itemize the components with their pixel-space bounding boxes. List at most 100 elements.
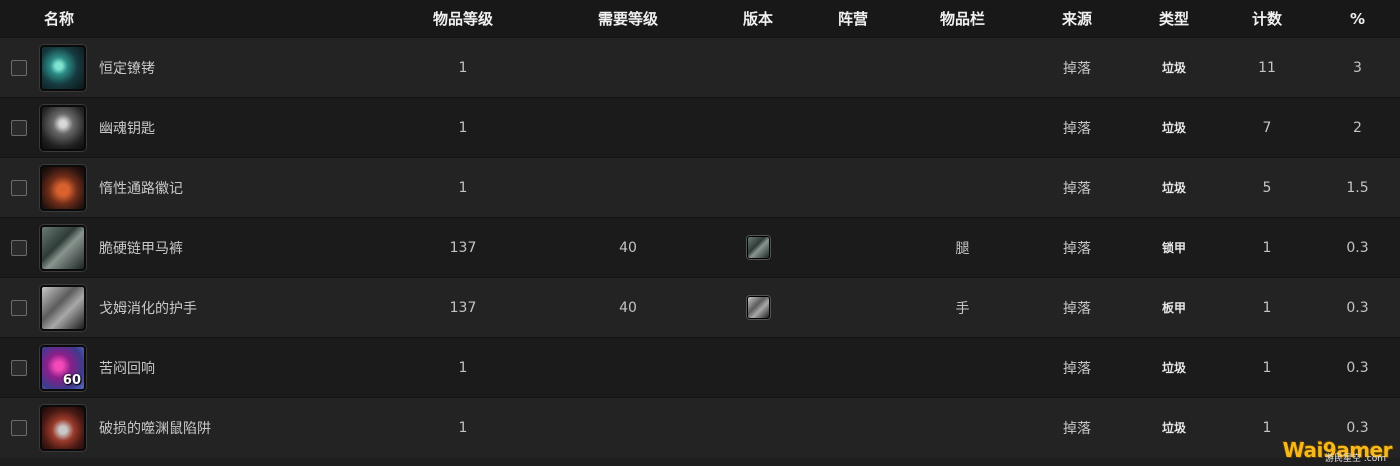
row-checkbox[interactable] — [11, 419, 27, 436]
item-name-link[interactable]: 苦闷回响 — [99, 358, 155, 378]
req-level-cell: 40 — [546, 277, 711, 338]
type-label: 锁甲 — [1162, 241, 1187, 255]
item-name-link[interactable]: 戈姆消化的护手 — [99, 298, 197, 318]
item-name-link[interactable]: 恒定镣铐 — [99, 58, 155, 78]
type-label: 垃圾 — [1162, 61, 1187, 75]
req-level-cell: 40 — [546, 217, 711, 278]
row-checkbox[interactable] — [11, 239, 27, 256]
source-cell: 掉落 — [1025, 97, 1130, 158]
version-cell — [710, 397, 807, 458]
item-level-badge: 60 — [62, 372, 81, 388]
purple-swirl-echo-icon[interactable]: 60 — [40, 344, 86, 391]
row-checkbox[interactable] — [11, 179, 27, 196]
version-cell — [710, 217, 807, 278]
req-level-cell — [546, 397, 711, 458]
header-type[interactable]: 类型 — [1129, 0, 1220, 38]
skeleton-key-icon[interactable] — [40, 104, 86, 151]
table-row[interactable]: 60 苦闷回响 1 掉落 垃圾 1 0.3 — [0, 337, 1400, 398]
faction-cell — [806, 37, 901, 98]
req-level-cell — [546, 337, 711, 398]
item-name-cell: 破损的噬渊鼠陷阱 — [40, 397, 381, 458]
count-cell: 1 — [1219, 217, 1316, 278]
percent-cell: 0.3 — [1315, 217, 1400, 278]
item-name-link[interactable]: 脆硬链甲马裤 — [99, 238, 183, 258]
table-header-row: 名称 物品等级 需要等级 版本 阵营 物品栏 来源 类型 计数 % — [0, 0, 1400, 38]
faction-cell — [806, 337, 901, 398]
header-count[interactable]: 计数 — [1219, 0, 1316, 38]
percent-cell: 2 — [1315, 97, 1400, 158]
header-percent[interactable]: % — [1315, 0, 1400, 38]
count-cell: 7 — [1219, 97, 1316, 158]
row-checkbox-cell — [0, 37, 40, 98]
count-cell: 1 — [1219, 277, 1316, 338]
header-slot[interactable]: 物品栏 — [900, 0, 1026, 38]
red-stone-insignia-icon[interactable] — [40, 164, 86, 211]
chainmail-leggings-icon[interactable] — [40, 224, 86, 271]
count-cell: 5 — [1219, 157, 1316, 218]
percent-cell: 0.3 — [1315, 337, 1400, 398]
item-name-cell: 惰性通路徽记 — [40, 157, 381, 218]
slot-cell — [900, 97, 1026, 158]
row-checkbox[interactable] — [11, 359, 27, 376]
item-level-cell: 1 — [380, 397, 547, 458]
type-cell: 垃圾 — [1129, 157, 1220, 218]
faction-cell — [806, 97, 901, 158]
item-level-cell: 1 — [380, 97, 547, 158]
plate-gauntlet-icon[interactable] — [40, 284, 86, 331]
req-level-cell — [546, 157, 711, 218]
table-row[interactable]: 惰性通路徽记 1 掉落 垃圾 5 1.5 — [0, 157, 1400, 218]
header-req-level[interactable]: 需要等级 — [546, 0, 711, 38]
item-name-link[interactable]: 破损的噬渊鼠陷阱 — [99, 418, 211, 438]
header-version[interactable]: 版本 — [710, 0, 807, 38]
item-level-cell: 1 — [380, 157, 547, 218]
item-name-cell: 幽魂钥匙 — [40, 97, 381, 158]
type-label: 垃圾 — [1162, 361, 1187, 375]
faction-cell — [806, 157, 901, 218]
plate-gauntlet-icon[interactable] — [746, 296, 770, 319]
row-checkbox-cell — [0, 157, 40, 218]
broken-rat-trap-icon[interactable] — [40, 404, 86, 451]
percent-cell: 3 — [1315, 37, 1400, 98]
version-cell — [710, 337, 807, 398]
source-cell: 掉落 — [1025, 217, 1130, 278]
source-cell: 掉落 — [1025, 37, 1130, 98]
row-checkbox[interactable] — [11, 59, 27, 76]
percent-cell: 1.5 — [1315, 157, 1400, 218]
header-item-level[interactable]: 物品等级 — [380, 0, 547, 38]
version-cell — [710, 157, 807, 218]
row-checkbox[interactable] — [11, 299, 27, 316]
count-cell: 11 — [1219, 37, 1316, 98]
row-checkbox-cell — [0, 277, 40, 338]
table-row[interactable]: 恒定镣铐 1 掉落 垃圾 11 3 — [0, 37, 1400, 98]
type-cell: 板甲 — [1129, 277, 1220, 338]
version-cell — [710, 97, 807, 158]
item-name-link[interactable]: 惰性通路徽记 — [99, 178, 183, 198]
type-cell: 垃圾 — [1129, 397, 1220, 458]
table-row[interactable]: 幽魂钥匙 1 掉落 垃圾 7 2 — [0, 97, 1400, 158]
table-row[interactable]: 破损的噬渊鼠陷阱 1 掉落 垃圾 1 0.3 — [0, 397, 1400, 458]
header-source[interactable]: 来源 — [1025, 0, 1130, 38]
slot-cell — [900, 397, 1026, 458]
type-cell: 垃圾 — [1129, 97, 1220, 158]
chainmail-leggings-icon[interactable] — [746, 236, 770, 259]
table-row[interactable]: 戈姆消化的护手 137 40 手 掉落 板甲 1 0.3 — [0, 277, 1400, 338]
slot-cell — [900, 37, 1026, 98]
slot-cell: 手 — [900, 277, 1026, 338]
row-checkbox-cell — [0, 97, 40, 158]
row-checkbox-cell — [0, 397, 40, 458]
row-checkbox-cell — [0, 337, 40, 398]
item-name-cell: 脆硬链甲马裤 — [40, 217, 381, 278]
table-row[interactable]: 脆硬链甲马裤 137 40 腿 掉落 锁甲 1 0.3 — [0, 217, 1400, 278]
header-faction[interactable]: 阵营 — [806, 0, 901, 38]
req-level-cell — [546, 97, 711, 158]
type-cell: 垃圾 — [1129, 37, 1220, 98]
row-checkbox[interactable] — [11, 119, 27, 136]
loot-table: 名称 物品等级 需要等级 版本 阵营 物品栏 来源 类型 计数 % 恒定镣铐 1… — [0, 0, 1400, 458]
header-name[interactable]: 名称 — [0, 0, 381, 38]
type-cell: 垃圾 — [1129, 337, 1220, 398]
cracked-crystal-chain-icon[interactable] — [40, 44, 86, 91]
slot-cell — [900, 157, 1026, 218]
faction-cell — [806, 217, 901, 278]
item-name-link[interactable]: 幽魂钥匙 — [99, 118, 155, 138]
type-label: 板甲 — [1162, 301, 1187, 315]
